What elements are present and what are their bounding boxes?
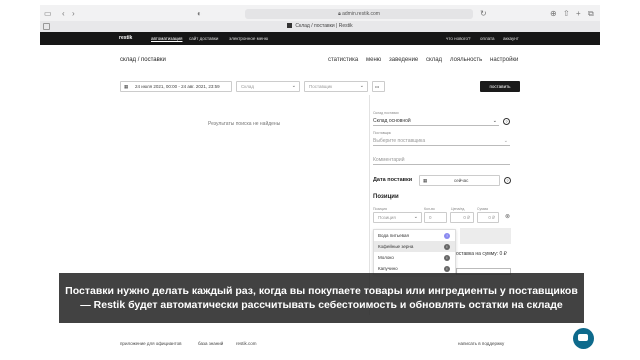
warehouse-label: Склад поставки bbox=[373, 111, 399, 115]
tabs-overview-icon[interactable]: ⧉ bbox=[588, 9, 594, 19]
subnav-menu[interactable]: меню bbox=[366, 57, 381, 63]
new-tab-icon[interactable]: + bbox=[576, 9, 581, 19]
chevron-down-icon: ⌄ bbox=[359, 83, 364, 89]
chevron-down-icon: ⌄ bbox=[413, 214, 418, 220]
col-qty-label: Кол-во bbox=[424, 207, 435, 211]
chevron-down-icon: ⌄ bbox=[503, 138, 508, 144]
qty-input[interactable]: 0 bbox=[424, 212, 447, 223]
lock-icon: 🔒︎ bbox=[338, 11, 341, 17]
nav-whats-new[interactable]: что нового? bbox=[446, 32, 471, 45]
nav-automation[interactable]: автоматизация bbox=[151, 32, 182, 45]
tab-bar: Склад / поставки | Restik bbox=[40, 21, 600, 32]
supplier-select[interactable]: Поставщик ⌄ bbox=[304, 81, 368, 92]
footer-link-waiter-app[interactable]: приложение для официантов bbox=[120, 341, 182, 346]
comment-field[interactable]: Комментарий bbox=[373, 156, 510, 165]
positions-title: Позиции bbox=[373, 194, 399, 200]
nav-payment[interactable]: оплата bbox=[480, 32, 494, 45]
more-options-button[interactable]: ••• bbox=[372, 81, 385, 92]
list-item[interactable]: Кофейные зерна i bbox=[374, 241, 455, 252]
browser-chrome: ▭ ‹ › ◐ 🔒︎ admin.restik.com ↻ ⊕ ⇧ + ⧉ Ск… bbox=[40, 5, 600, 32]
warehouse-select[interactable]: Склад ⌄ bbox=[236, 81, 300, 92]
info-icon: ! bbox=[444, 233, 450, 239]
shield-icon: ◐ bbox=[197, 9, 202, 18]
supplier-label: Поставщик bbox=[373, 131, 391, 135]
calendar-icon: ▦ bbox=[124, 84, 129, 89]
delete-row-icon[interactable]: ⊗ bbox=[505, 213, 510, 220]
sum-input[interactable]: 0 ₽ bbox=[477, 212, 499, 223]
chevron-left-icon[interactable]: ‹ bbox=[62, 9, 65, 19]
supplier-dropdown[interactable]: Выберите поставщика ⌄ bbox=[373, 137, 510, 146]
add-position-area[interactable] bbox=[460, 228, 511, 244]
sidebar-toggle-icon[interactable]: ▭ bbox=[44, 9, 52, 19]
date-range-field[interactable]: ▦ 24 июля 2021, 00:00 - 24 авг. 2021, 23… bbox=[120, 81, 232, 92]
date-label: Дата поставки bbox=[373, 177, 413, 183]
nav-electronic-menu[interactable]: электронное меню bbox=[229, 32, 268, 45]
ingredient-icon: i bbox=[444, 255, 450, 261]
empty-results-message: Результаты поиска не найдены bbox=[208, 121, 281, 127]
page-title: склад / поставки bbox=[120, 57, 166, 63]
help-icon[interactable]: ? bbox=[503, 118, 510, 125]
footer-support-link[interactable]: написать в поддержку bbox=[458, 341, 504, 346]
calendar-icon: ▦ bbox=[423, 178, 428, 183]
footer-link-site[interactable]: restik.com bbox=[236, 341, 257, 346]
position-dropdown-list: Вода питьевая! Кофейные зерна i Молоко i К… bbox=[373, 229, 456, 275]
supply-button[interactable]: поставить bbox=[480, 81, 520, 92]
address-bar[interactable]: 🔒︎ admin.restik.com bbox=[245, 9, 473, 19]
col-position-label: Позиция bbox=[373, 207, 387, 211]
chevron-down-icon: ⌄ bbox=[291, 83, 296, 89]
url-text: admin.restik.com bbox=[342, 11, 380, 17]
favicon-icon bbox=[287, 23, 293, 29]
subnav-warehouse[interactable]: склад bbox=[426, 57, 442, 63]
subnav-statistics[interactable]: статистика bbox=[328, 57, 358, 63]
list-item[interactable]: Вода питьевая! bbox=[374, 230, 455, 241]
total-sum-text: оставка на сумму: 0 ₽ bbox=[456, 251, 507, 257]
ingredient-icon: i bbox=[444, 244, 450, 250]
reload-icon[interactable]: ↻ bbox=[480, 9, 487, 19]
price-input[interactable]: 0 ₽ bbox=[450, 212, 474, 223]
ingredient-icon: i bbox=[444, 266, 450, 272]
col-sum-label: Сумма bbox=[477, 207, 488, 211]
app-topbar: restik автоматизация сайт доставки элект… bbox=[40, 32, 600, 45]
tab-active[interactable]: Склад / поставки | Restik bbox=[40, 21, 600, 32]
nav-delivery-site[interactable]: сайт доставки bbox=[189, 32, 218, 45]
download-icon[interactable]: ⊕ bbox=[550, 9, 557, 19]
chevron-right-icon[interactable]: › bbox=[72, 9, 75, 19]
video-caption: Поставки нужно делать каждый раз, когда … bbox=[59, 273, 584, 323]
nav-account[interactable]: аккаунт bbox=[503, 32, 519, 45]
share-icon[interactable]: ⇧ bbox=[563, 9, 570, 19]
subnav-venue[interactable]: заведение bbox=[389, 57, 418, 63]
chevron-down-icon: ⌄ bbox=[492, 118, 497, 124]
warehouse-dropdown[interactable]: Склад основной ⌄ bbox=[373, 117, 499, 126]
position-select[interactable]: Позиция ⌄ bbox=[373, 212, 422, 223]
footer-link-knowledge-base[interactable]: база знаний bbox=[198, 341, 223, 346]
subnav-settings[interactable]: настройки bbox=[490, 57, 518, 63]
chat-bubble-icon[interactable] bbox=[573, 328, 594, 349]
restik-logo[interactable]: restik bbox=[119, 32, 132, 45]
list-item[interactable]: Молоко i bbox=[374, 252, 455, 263]
col-price-label: Цена/ед. bbox=[451, 207, 466, 211]
subnav-loyalty[interactable]: лояльность bbox=[450, 57, 482, 63]
help-icon[interactable]: ? bbox=[504, 177, 511, 184]
date-field[interactable]: ▦ сейчас bbox=[419, 175, 500, 186]
